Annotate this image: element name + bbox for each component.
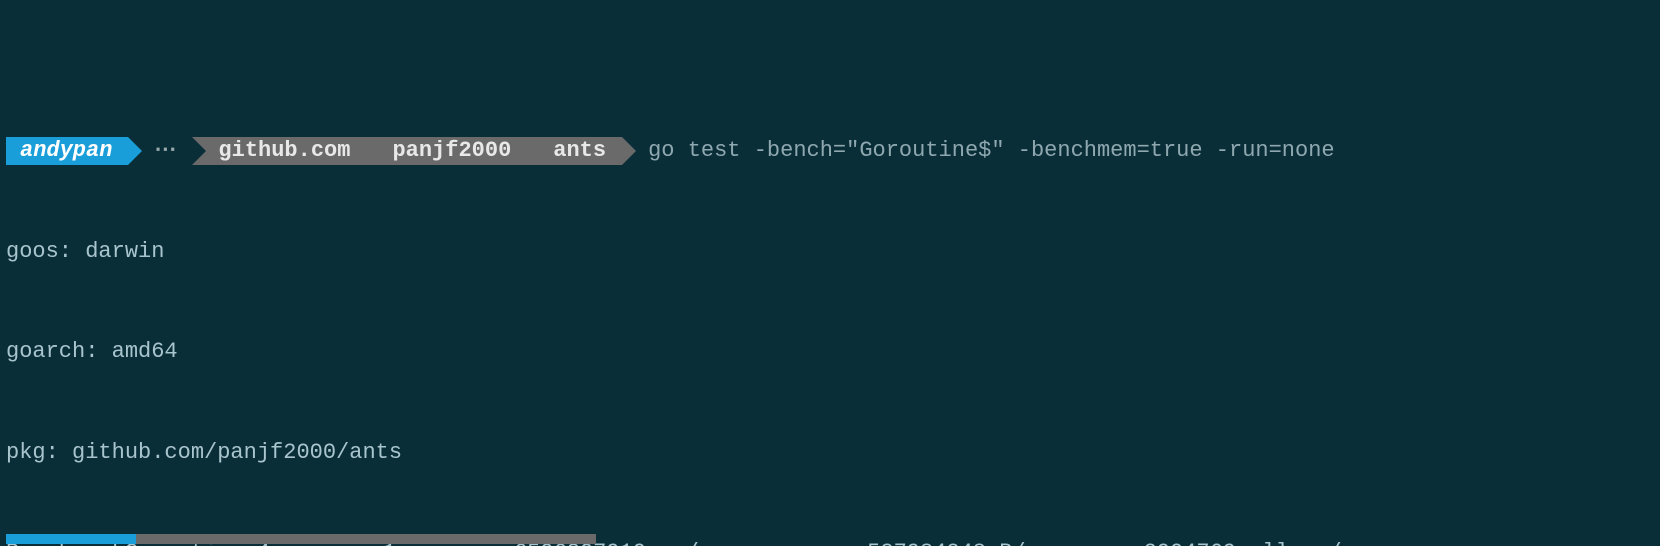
prompt-path-segment-2: panjf2000 — [366, 137, 527, 165]
goarch-line: goarch: amd64 — [0, 335, 1660, 369]
partial-prompt-strip-path — [136, 534, 596, 544]
prompt-path-segment-3: ants — [527, 137, 622, 165]
prompt-line: andypan ⋯ github.com panjf2000 ants go t… — [0, 134, 1660, 168]
prompt-user-segment: andypan — [6, 137, 128, 165]
prompt-path-segment-1: github.com — [192, 137, 366, 165]
goos-line: goos: darwin — [0, 235, 1660, 269]
pkg-line: pkg: github.com/panjf2000/ants — [0, 436, 1660, 470]
bench-bop: 537984248 B/op — [836, 536, 1116, 546]
command-text[interactable]: go test -bench="Goroutine$" -benchmem=tr… — [648, 134, 1335, 168]
bench-alloc: 2004769 allocs/op — [1116, 536, 1416, 546]
terminal[interactable]: andypan ⋯ github.com panjf2000 ants go t… — [0, 0, 1660, 546]
partial-prompt-strip-user — [6, 534, 136, 544]
